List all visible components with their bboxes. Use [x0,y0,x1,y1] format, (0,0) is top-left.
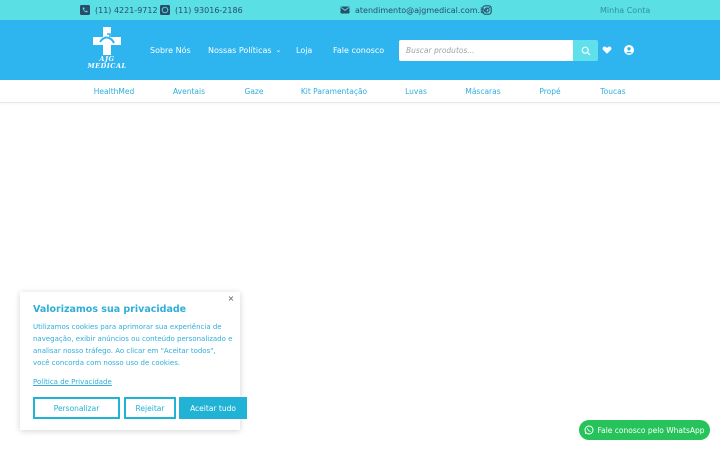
whatsapp-chat-button[interactable]: Fale conosco pelo WhatsApp [579,420,710,440]
cookie-description: Utilizamos cookies para aprimorar sua ex… [33,323,233,367]
nav-policies[interactable]: Nossas Políticas ⌄ [208,20,281,80]
nav-policies-label: Nossas Políticas [208,45,272,55]
whatsapp-icon [584,425,594,435]
heart-icon [602,46,612,54]
phone-number: (11) 4221-9712 [95,5,158,15]
top-bar: (11) 4221-9712 (11) 93016-2186 atendimen… [0,0,720,20]
whatsapp-icon [160,5,170,15]
wishlist-button[interactable] [601,44,613,56]
mail-icon [340,5,350,15]
instagram-link[interactable] [482,0,497,20]
main-header: AJG MEDICAL Sobre Nós Nossas Políticas ⌄… [0,20,720,80]
nav-contact[interactable]: Fale conosco [333,20,384,80]
cookie-consent-banner: × Valorizamos sua privacidade Utilizamos… [20,292,247,430]
search-button[interactable] [573,40,598,61]
search-input[interactable] [399,40,573,61]
category-luvas[interactable]: Luvas [405,80,427,103]
category-nav: HealthMed Aventais Gaze Kit Paramentação… [0,80,720,103]
cookie-title: Valorizamos sua privacidade [33,304,187,315]
category-aventais[interactable]: Aventais [173,80,205,103]
category-mascaras[interactable]: Máscaras [465,80,500,103]
nav-about[interactable]: Sobre Nós [150,20,191,80]
privacy-policy-link[interactable]: Política de Privacidade [33,378,112,386]
account-button[interactable] [623,44,635,56]
instagram-icon [482,5,492,15]
category-kit-paramentacao[interactable]: Kit Paramentação [301,80,367,103]
email-address: atendimento@ajgmedical.com.br [355,5,489,15]
accept-all-button[interactable]: Aceitar tudo [179,397,247,419]
category-toucas[interactable]: Toucas [600,80,625,103]
whatsapp-number: (11) 93016-2186 [175,5,243,15]
category-gaze[interactable]: Gaze [245,80,264,103]
user-icon [624,45,634,55]
category-healthmed[interactable]: HealthMed [94,80,134,103]
nav-store[interactable]: Loja [296,20,312,80]
topbar-email[interactable]: atendimento@ajgmedical.com.br [340,0,488,20]
category-prope[interactable]: Propé [539,80,560,103]
search-icon [581,46,590,55]
whatsapp-chat-label: Fale conosco pelo WhatsApp [597,425,705,435]
chevron-down-icon: ⌄ [275,46,282,54]
reject-button[interactable]: Rejeitar [124,397,176,419]
topbar-whatsapp[interactable]: (11) 93016-2186 [160,0,243,20]
close-icon[interactable]: × [226,294,236,304]
logo-cross-icon [93,27,121,55]
site-logo[interactable]: AJG MEDICAL [86,26,128,76]
phone-icon [80,5,90,15]
customize-button[interactable]: Personalizar [33,397,120,419]
logo-text-medical: MEDICAL [87,62,127,70]
my-account-link[interactable]: Minha Conta [600,0,650,20]
topbar-phone[interactable]: (11) 4221-9712 [80,0,158,20]
